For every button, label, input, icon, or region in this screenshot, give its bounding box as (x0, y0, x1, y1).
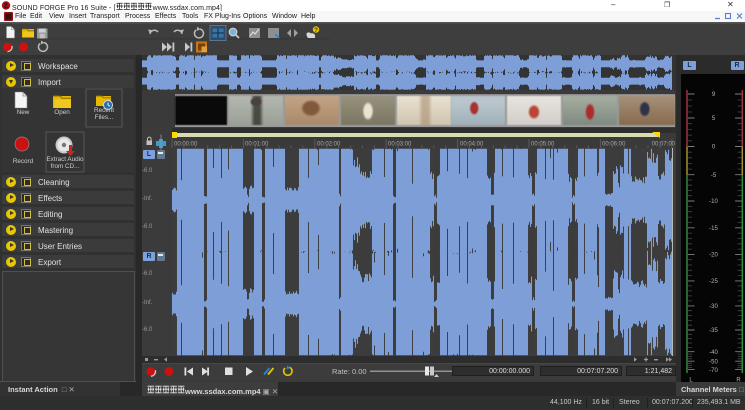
svg-text:-5: -5 (711, 173, 717, 179)
svg-text:-40: -40 (709, 350, 718, 356)
svg-text:0: 0 (712, 145, 716, 151)
svg-text:-35: -35 (709, 328, 718, 334)
svg-text:-25: -25 (709, 279, 718, 285)
svg-text:-15: -15 (709, 226, 718, 232)
svg-text:-50: -50 (709, 359, 718, 365)
svg-text:-70: -70 (709, 368, 718, 374)
svg-text:5: 5 (712, 116, 716, 122)
svg-text:-30: -30 (709, 304, 718, 310)
svg-text:9: 9 (712, 92, 716, 98)
svg-text:-20: -20 (709, 253, 718, 259)
svg-text:-10: -10 (709, 199, 718, 205)
